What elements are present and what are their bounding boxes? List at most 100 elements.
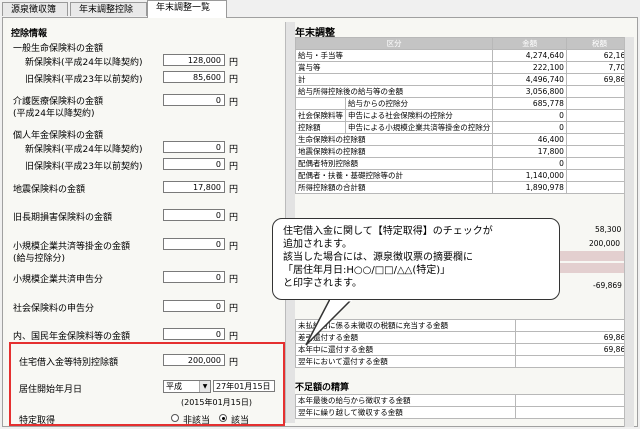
header-cell: 税額 [565, 37, 634, 50]
unit-yen: 円 [229, 304, 239, 314]
unit-yen: 円 [229, 58, 239, 68]
pension-old-label: 旧保険料(平成23年以前契約) [25, 162, 143, 172]
callout-line: 「居住年月日:H○○/□□/△△(特定)」 [283, 265, 451, 276]
table-cell [565, 181, 634, 194]
table-cell: 所得控除額の合計額 [294, 181, 494, 194]
small-biz-decl-input[interactable]: 0 [163, 271, 225, 283]
table-cell: 控除額 [295, 121, 346, 134]
table-row[interactable]: 配偶者・扶養・基礎控除等の計 1,140,000 [294, 169, 634, 182]
table-cell: 地震保険料の控除額 [294, 145, 494, 158]
tab-year-end-deductions[interactable]: 年末調整控除 [70, 2, 147, 16]
side-value: 58,300 [595, 225, 622, 234]
life-insurance-title: 一般生命保険料の金額 [13, 44, 104, 54]
tab-year-end-list[interactable]: 年末調整一覧 [147, 0, 227, 18]
side-value: -69,869 [593, 281, 622, 290]
longterm-input[interactable]: 0 [163, 209, 225, 221]
table-cell: 4,496,740 [492, 73, 567, 86]
life-insurance-new-label: 新保険料(平成24年以降契約) [25, 58, 143, 68]
pension-new-label: 新保険料(平成24年以降契約) [25, 145, 143, 155]
table-cell: 4,274,640 [492, 49, 567, 62]
table-cell [295, 97, 346, 110]
table-cell: 0 [514, 394, 633, 407]
table-cell [565, 85, 634, 98]
table-cell: 翌年において還付する金額 [295, 355, 516, 368]
table-cell: 46,400 [492, 133, 567, 146]
table-row[interactable]: 給与・手当等 4,274,640 62,160 [294, 49, 634, 62]
table-row[interactable]: 所得控除額の合計額 1,890,978 [294, 181, 634, 194]
shortage-table: 本年最後の給与から徴収する金額0 翌年に繰り越して徴収する金額0 [295, 394, 633, 419]
tab-bar: 源泉徴収簿 年末調整控除 年末調整一覧 [0, 0, 640, 18]
pension-new-input[interactable]: 0 [163, 141, 225, 153]
table-cell: 62,160 [565, 49, 634, 62]
table-cell: 0 [492, 121, 567, 134]
life-insurance-new-input[interactable]: 128,000 [163, 54, 225, 66]
table-cell: 69,869 [514, 331, 634, 344]
unit-yen: 円 [229, 75, 239, 85]
small-biz-sub: (給与控除分) [13, 254, 66, 264]
table-cell: 社会保険料等 [295, 109, 346, 122]
table-row[interactable]: 賞与等 222,100 7,709 [294, 61, 634, 74]
table-cell: 0 [514, 355, 634, 368]
shortage-title: 不足額の精算 [295, 383, 350, 393]
table-cell: 0 [514, 406, 633, 419]
table-row[interactable]: 本年最後の給与から徴収する金額0 [295, 394, 633, 407]
table-cell: 配偶者特別控除額 [294, 157, 494, 170]
table-cell: 0 [492, 109, 567, 122]
table-row[interactable]: 社会保険料等 申告による社会保険料の控除分 0 [295, 109, 634, 122]
table-cell: 69,869 [514, 343, 634, 356]
callout-line: 該当した場合には、源泉徴収票の摘要欄に [283, 252, 473, 263]
table-row[interactable]: 控除額 申告による小規模企業共済等掛金の控除分 0 [295, 121, 634, 134]
natl-pension-input[interactable]: 0 [163, 328, 225, 340]
unit-yen: 円 [229, 275, 239, 285]
care-insurance-input[interactable]: 0 [163, 94, 225, 106]
pension-old-input[interactable]: 0 [163, 158, 225, 170]
year-end-table: 区分 金額 税額 給与・手当等 4,274,640 62,160 賞与等 222,10… [294, 37, 634, 194]
life-insurance-old-input[interactable]: 85,600 [163, 71, 225, 83]
table-row[interactable]: 生命保険料の控除額 46,400 [294, 133, 634, 146]
table-row[interactable]: 給与所得控除後の給与等の金額 3,056,800 [294, 85, 634, 98]
table-cell: 69,869 [565, 73, 634, 86]
callout-pointer [305, 298, 354, 346]
table-cell: 給与からの控除分 [344, 97, 494, 110]
small-biz-decl-label: 小規模企業共済申告分 [13, 275, 104, 285]
unit-yen: 円 [229, 332, 239, 342]
table-row[interactable]: 地震保険料の控除額 17,800 [294, 145, 634, 158]
highlight-box [9, 342, 285, 426]
callout-line: 追加されます。 [283, 239, 352, 250]
header-cell: 金額 [492, 37, 567, 50]
right-scrollbar[interactable] [624, 37, 634, 427]
small-biz-input[interactable]: 0 [163, 238, 225, 250]
table-cell: 賞与等 [294, 61, 494, 74]
table-row[interactable]: 翌年に繰り越して徴収する金額0 [295, 406, 633, 419]
table-cell: 685,778 [492, 97, 567, 110]
pension-title: 個人年金保険料の金額 [13, 131, 104, 141]
social-decl-input[interactable]: 0 [163, 300, 225, 312]
table-row[interactable]: 計 4,496,740 69,869 [294, 73, 634, 86]
table-cell: 1,890,978 [492, 181, 567, 194]
table-row[interactable]: 翌年において還付する金額0 [295, 355, 634, 368]
table-header: 区分 金額 税額 [294, 37, 634, 50]
table-cell: 給与所得控除後の給与等の金額 [294, 85, 494, 98]
table-cell: 0 [514, 319, 634, 332]
tab-withholding-ledger[interactable]: 源泉徴収簿 [2, 2, 68, 16]
table-row[interactable]: 配偶者特別控除額 0 [294, 157, 634, 170]
table-cell [565, 121, 634, 134]
unit-yen: 円 [229, 162, 239, 172]
quake-input[interactable]: 17,800 [163, 181, 225, 193]
longterm-label: 旧長期損害保険料の金額 [13, 213, 113, 223]
table-cell: 7,709 [565, 61, 634, 74]
callout-line: 住宅借入金に関して【特定取得】のチェックが [283, 226, 493, 237]
natl-pension-label: 内、国民年金保険料等の金額 [13, 332, 131, 342]
quake-label: 地震保険料の金額 [13, 185, 86, 195]
table-cell: 本年最後の給与から徴収する金額 [295, 394, 516, 407]
table-cell: 生命保険料の控除額 [294, 133, 494, 146]
side-shade [555, 263, 633, 273]
care-insurance-sub: (平成24年以降契約) [13, 109, 95, 119]
callout-line: と印字されます。 [283, 278, 362, 289]
table-cell: 計 [294, 73, 494, 86]
unit-yen: 円 [229, 145, 239, 155]
side-value: 200,000 [589, 239, 621, 248]
table-cell: 3,056,800 [492, 85, 567, 98]
table-row[interactable]: 給与からの控除分 685,778 [295, 97, 634, 110]
unit-yen: 円 [229, 98, 239, 108]
